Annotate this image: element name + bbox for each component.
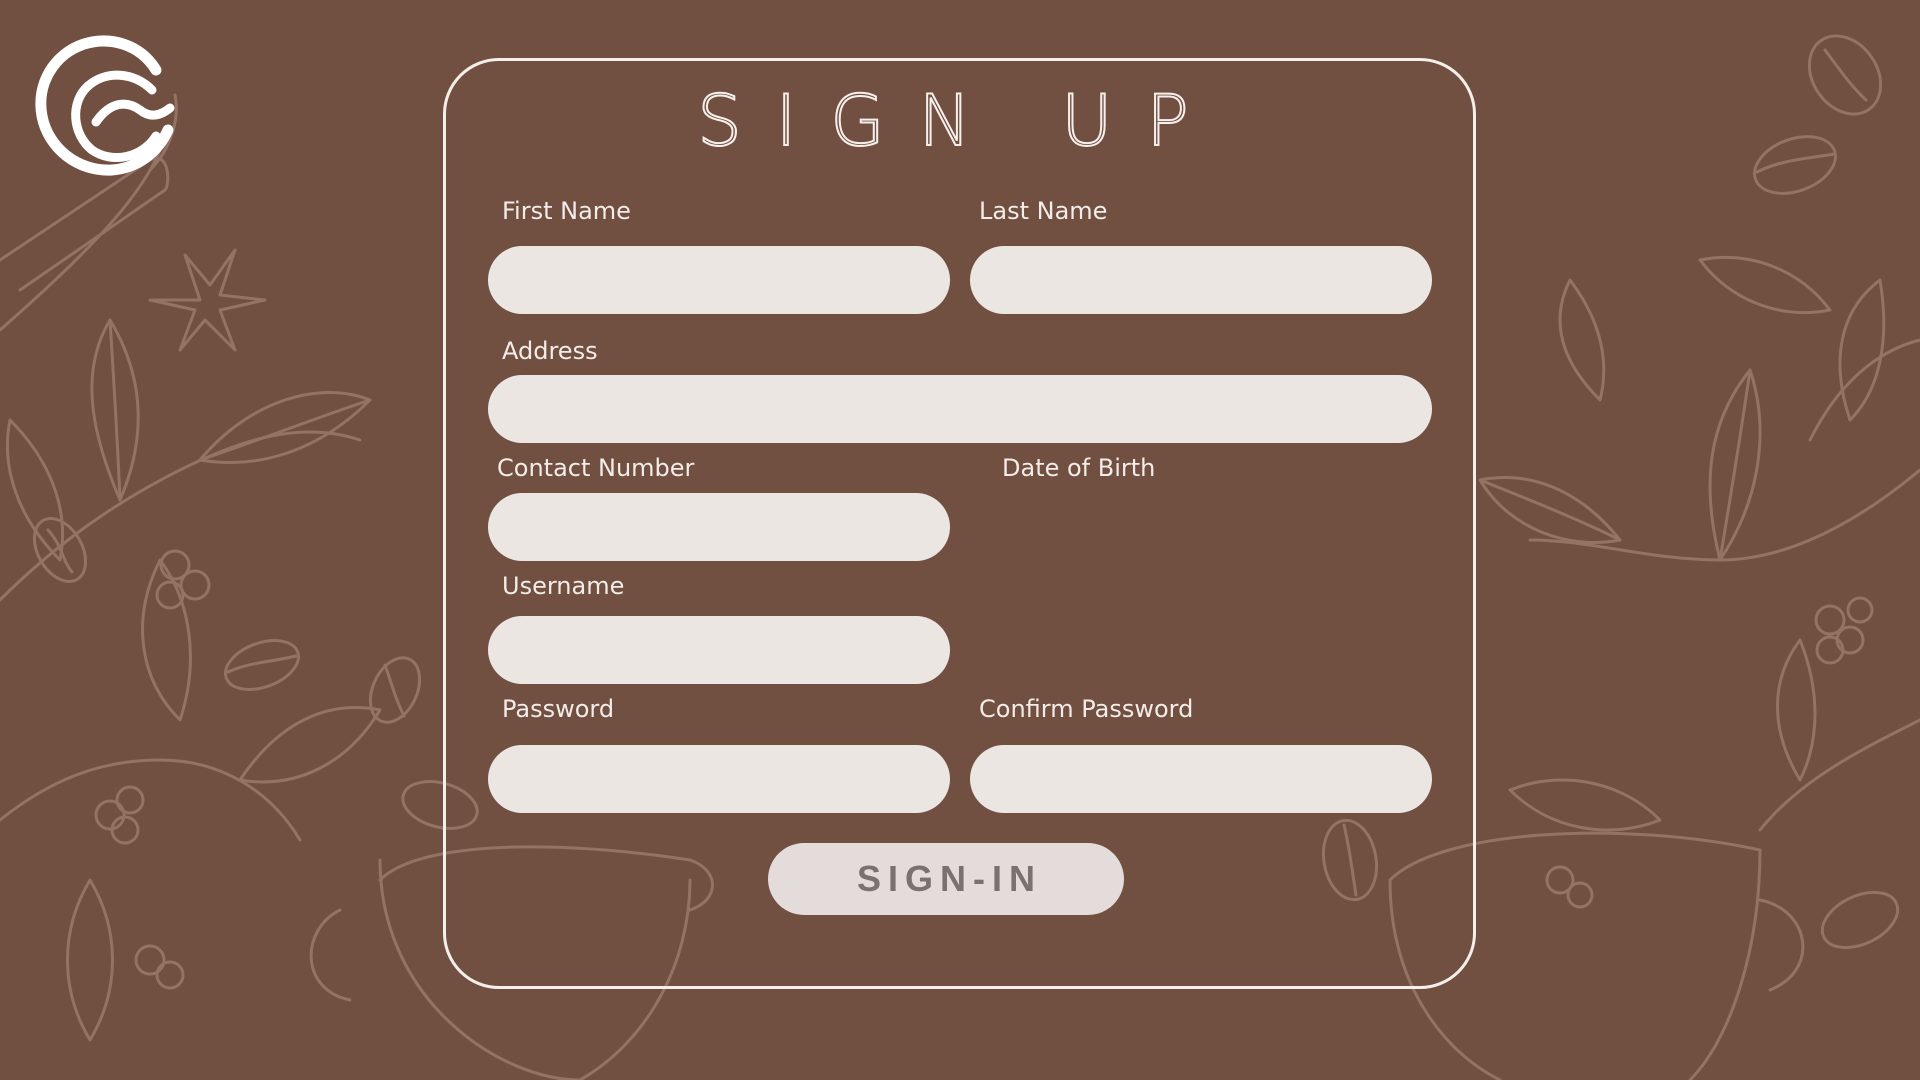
contact-number-label: Contact Number [497, 454, 695, 482]
contact-number-input[interactable] [488, 493, 950, 561]
last-name-input[interactable] [970, 246, 1432, 314]
confirm-password-input[interactable] [970, 745, 1432, 813]
first-name-label: First Name [502, 197, 631, 225]
first-name-input[interactable] [488, 246, 950, 314]
confirm-password-label: Confirm Password [979, 695, 1194, 723]
date-of-birth-label: Date of Birth [1002, 454, 1156, 482]
address-label: Address [502, 337, 598, 365]
page-title: SIGN UP [696, 79, 1223, 163]
username-label: Username [502, 572, 625, 600]
password-label: Password [502, 695, 615, 723]
sign-in-button[interactable]: SIGN-IN [768, 843, 1124, 915]
last-name-label: Last Name [979, 197, 1108, 225]
username-input[interactable] [488, 616, 950, 684]
address-input[interactable] [488, 375, 1432, 443]
password-input[interactable] [488, 745, 950, 813]
